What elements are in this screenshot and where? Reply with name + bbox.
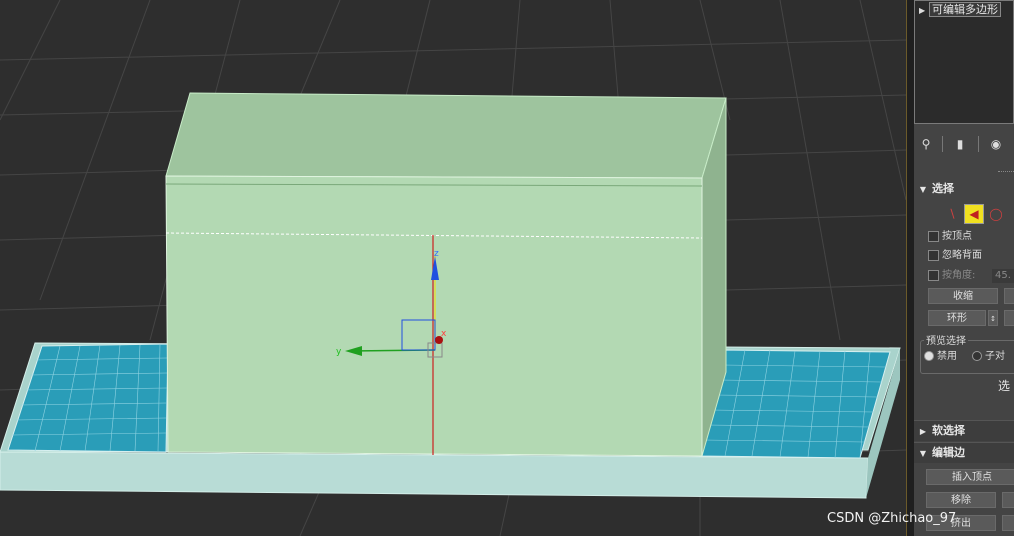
grow-button[interactable] [1004, 288, 1014, 304]
border-subobject-icon[interactable]: ◀ [964, 204, 984, 224]
modifier-stack-list[interactable]: ▶ 可编辑多边形 [914, 0, 1014, 124]
split-button[interactable] [1002, 492, 1014, 508]
viewport-panel-divider[interactable] [906, 0, 914, 536]
ignore-backfacing-label: 忽略背面 [942, 250, 982, 261]
ring-spinner[interactable]: ↕ [988, 310, 998, 326]
collapse-triangle-icon[interactable]: ▼ [914, 181, 932, 199]
toolbar-separator [942, 136, 943, 152]
soft-selection-title: 软选择 [932, 424, 965, 437]
selected-box-mesh[interactable] [165, 92, 727, 457]
rollout-drag-handle[interactable] [998, 171, 1014, 174]
axis-z-label: z [434, 249, 439, 259]
selection-rollout-title: 选择 [932, 182, 954, 195]
edge-subobject-icon[interactable]: ∖ [944, 206, 960, 222]
command-panel: ▶ 可编辑多边形 ⚲ ▮ ◉ ▼ 选择 ∖ ◀ ◯ 按顶点 忽略背面 按角度: 45… [914, 0, 1014, 536]
angle-value-field[interactable]: 45. [992, 269, 1014, 283]
preview-disabled-label: 禁用 [937, 351, 957, 362]
preview-subobject-radio[interactable]: 子对 [972, 350, 1005, 364]
stack-toolbar: ⚲ ▮ ◉ [914, 128, 1014, 158]
soft-selection-rollout-header[interactable]: ▶ 软选择 [914, 420, 1014, 441]
selection-rollout-header[interactable]: ▼ 选择 [914, 180, 1014, 198]
axis-x-label: x [441, 329, 447, 339]
right-panel-mesh[interactable] [699, 349, 891, 459]
toolbar-separator [978, 136, 979, 152]
ignore-backfacing-checkbox[interactable]: 忽略背面 [928, 248, 982, 264]
expand-triangle-icon[interactable]: ▶ [914, 422, 932, 442]
subobject-level-buttons: ∖ ◀ ◯ [940, 204, 1012, 224]
polygon-subobject-icon[interactable]: ◯ [988, 206, 1004, 222]
by-vertex-label: 按顶点 [942, 231, 972, 242]
edit-edges-title: 编辑边 [932, 446, 965, 459]
pin-stack-icon[interactable]: ⚲ [918, 136, 934, 152]
preview-subobject-label: 子对 [985, 351, 1005, 362]
3d-viewport[interactable]: z y x [0, 0, 906, 536]
by-vertex-checkbox[interactable]: 按顶点 [928, 229, 972, 245]
configure-sets-icon[interactable]: ◉ [988, 136, 1004, 152]
expand-triangle-icon[interactable]: ▶ [919, 4, 929, 18]
by-angle-checkbox[interactable]: 按角度: [928, 268, 975, 284]
shrink-button[interactable]: 收缩 [928, 288, 998, 304]
weld-button[interactable] [1002, 515, 1014, 531]
remove-button[interactable]: 移除 [926, 492, 996, 508]
viewport-canvas[interactable]: z y x [0, 0, 906, 536]
edit-edges-rollout-header[interactable]: ▼ 编辑边 [914, 442, 1014, 463]
show-end-result-icon[interactable]: ▮ [952, 136, 968, 152]
ring-button[interactable]: 环形 [928, 310, 986, 326]
loop-button[interactable] [1004, 310, 1014, 326]
axis-y-label: y [336, 347, 342, 357]
insert-vertex-button[interactable]: 插入顶点 [926, 469, 1014, 485]
selection-status-text: 选 [998, 379, 1011, 393]
preview-selection-title: 预览选择 [924, 332, 968, 347]
modifier-stack-item[interactable]: ▶ 可编辑多边形 [919, 2, 1014, 18]
by-angle-label: 按角度: [942, 270, 976, 281]
collapse-triangle-icon[interactable]: ▼ [914, 444, 932, 464]
modifier-stack-item-label: 可编辑多边形 [929, 2, 1001, 17]
csdn-watermark: CSDN @Zhichao_97 [827, 511, 957, 526]
preview-disabled-radio[interactable]: 禁用 [924, 350, 957, 364]
